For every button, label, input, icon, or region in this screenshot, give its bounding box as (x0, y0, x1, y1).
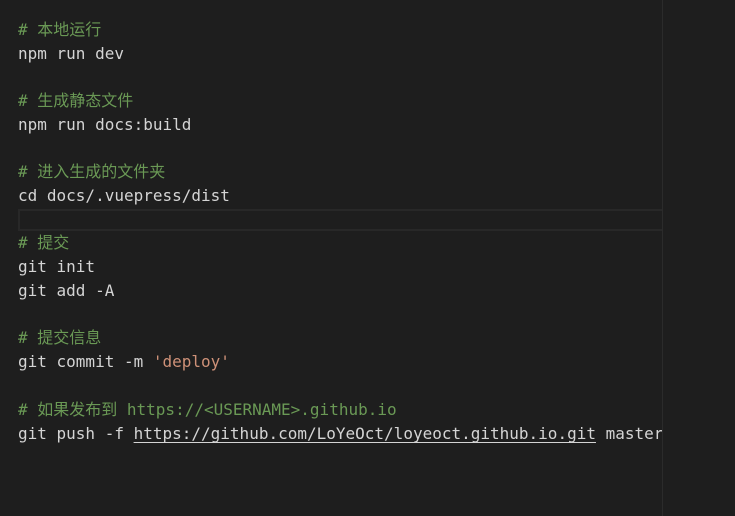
code-line: git commit -m 'deploy' (18, 350, 230, 374)
code-line: git init (18, 257, 96, 276)
code-text: git commit -m (18, 352, 153, 371)
code-line-comment: # 本地运行 (18, 20, 102, 39)
code-editor[interactable]: # 本地运行 npm run dev # 生成静态文件 npm run docs… (0, 0, 735, 516)
code-line: cd docs/.vuepress/dist (18, 186, 230, 205)
code-line-comment: # 生成静态文件 (18, 91, 134, 110)
code-line-comment: # 提交信息 (18, 328, 102, 347)
code-line: npm run dev (18, 44, 124, 63)
current-line-highlight (18, 209, 662, 231)
code-line-comment: # 提交 (18, 233, 70, 252)
code-area[interactable]: # 本地运行 npm run dev # 生成静态文件 npm run docs… (0, 0, 662, 516)
repo-url-link[interactable]: https://github.com/LoYeOct/loyeoct.githu… (134, 424, 596, 443)
scrollbar-gutter[interactable] (662, 0, 735, 516)
code-line: git add -A (18, 281, 115, 300)
code-text: master (595, 424, 662, 443)
string-literal: 'deploy' (152, 352, 230, 371)
code-line-comment: # 进入生成的文件夹 (18, 162, 166, 181)
code-line: git push -f https://github.com/LoYeOct/l… (18, 422, 662, 446)
code-text: git push -f (18, 424, 134, 443)
code-line-comment: # 如果发布到 https://<USERNAME>.github.io (18, 400, 397, 419)
code-line: npm run docs:build (18, 115, 192, 134)
